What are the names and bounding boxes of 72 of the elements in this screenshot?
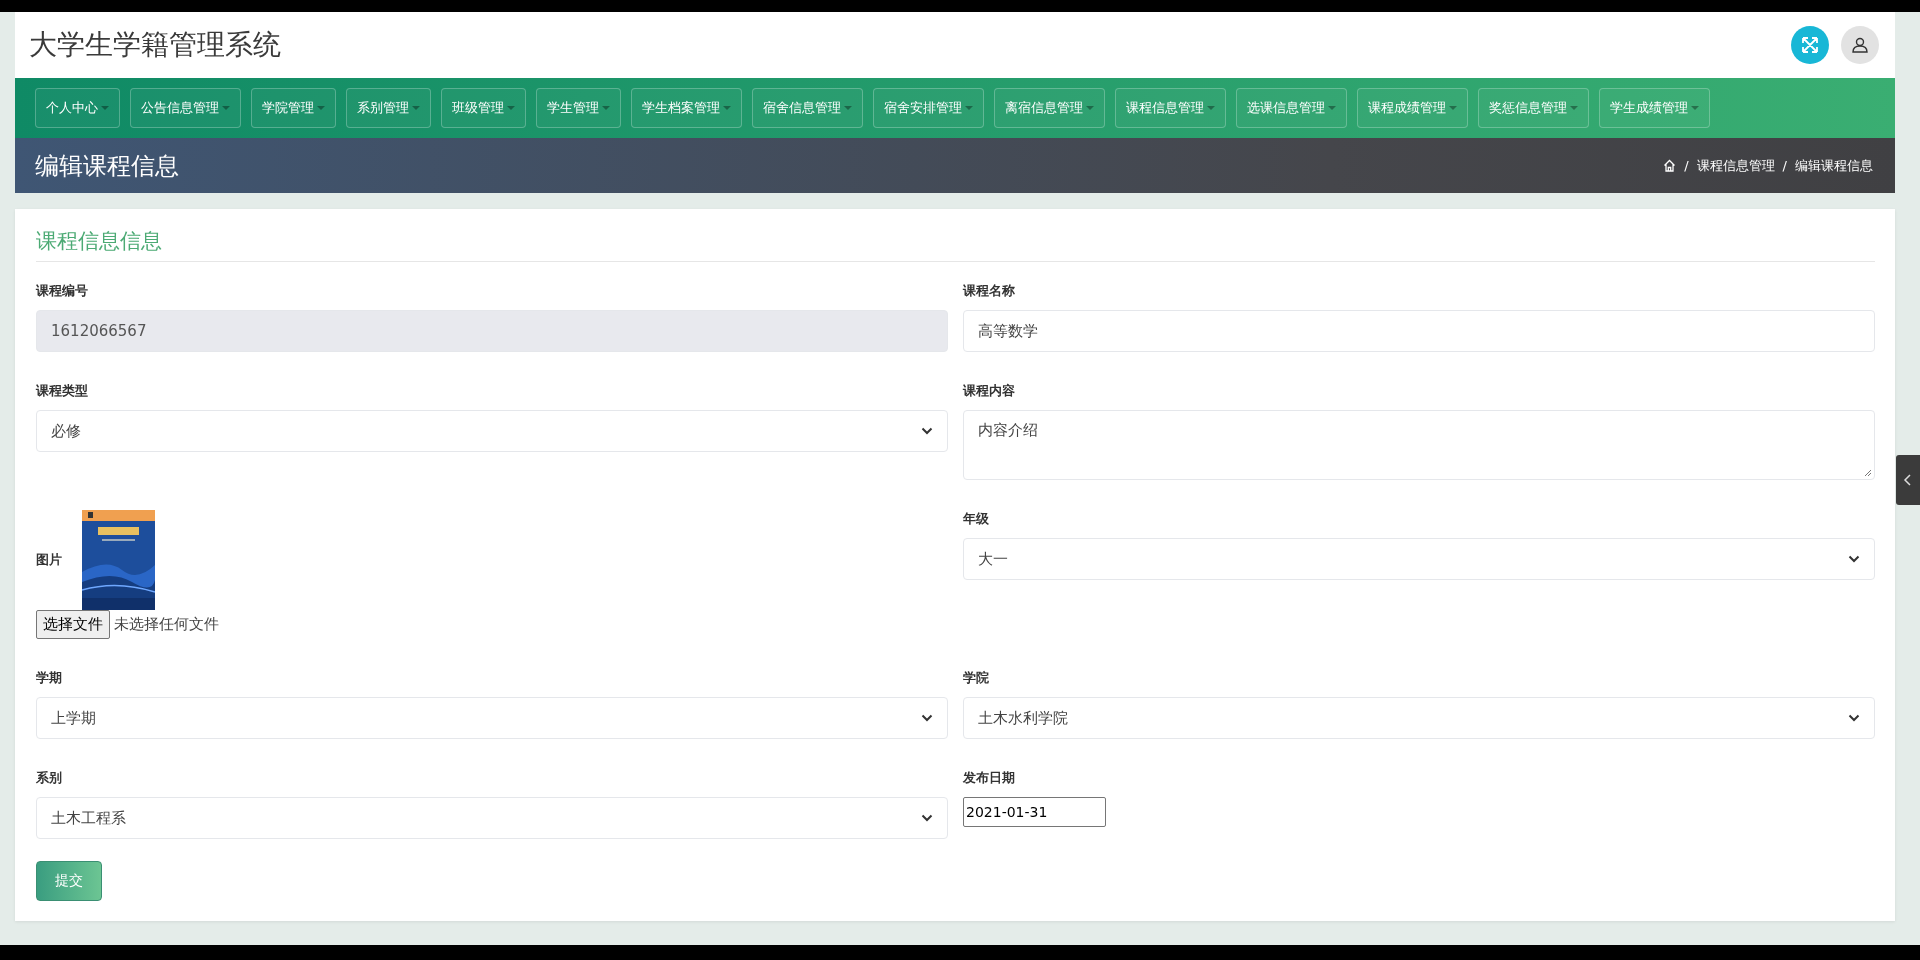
breadcrumb-separator: / [1782,158,1787,173]
nav-menu-button[interactable]: 宿舍安排管理 [873,88,984,128]
caret-icon [1207,106,1215,110]
nav-menu-button[interactable]: 课程信息管理 [1115,88,1226,128]
submit-button[interactable]: 提交 [36,861,102,901]
fullscreen-button[interactable] [1791,26,1829,64]
caret-icon [602,106,610,110]
breadcrumb-current: 编辑课程信息 [1795,156,1873,175]
nav-menu-button[interactable]: 系别管理 [346,88,431,128]
field-label: 系别 [36,769,63,787]
app-title: 大学生学籍管理系统 [29,27,281,63]
caret-icon [965,106,973,110]
caret-icon [507,106,515,110]
home-icon[interactable] [1663,159,1677,172]
chevron-down-icon [921,814,933,822]
caret-icon [222,106,230,110]
caret-icon [1449,106,1457,110]
nav-menu-button[interactable]: 公告信息管理 [130,88,241,128]
breadcrumb-separator: / [1684,158,1689,173]
chevron-down-icon [1848,714,1860,722]
caret-icon [1086,106,1094,110]
date-field[interactable]: 2021-01-31 [963,797,1106,827]
field-label: 课程名称 [963,282,1016,300]
nav-menu-button[interactable]: 奖惩信息管理 [1478,88,1589,128]
form-title: 课程信息信息 [36,227,1875,262]
dropdown-field[interactable]: 土木工程系 [36,797,948,839]
nav-menu-button[interactable]: 个人中心 [35,88,120,128]
nav-menu-button[interactable]: 课程成绩管理 [1357,88,1468,128]
chevron-down-icon [921,714,933,722]
caret-icon [1691,106,1699,110]
choose-file-button[interactable]: 选择文件 [36,610,110,639]
side-panel-toggle[interactable] [1896,455,1920,505]
nav-menu-button[interactable]: 班级管理 [441,88,526,128]
chevron-down-icon [921,427,933,435]
text-area[interactable]: 内容介绍 [963,410,1875,480]
caret-icon [723,106,731,110]
text-field: 1612066567 [36,310,948,352]
resize-grip-icon[interactable] [1863,468,1872,477]
page-title: 编辑课程信息 [35,150,179,182]
breadcrumb-link[interactable]: 课程信息管理 [1696,156,1775,175]
field-label: 课程编号 [36,282,89,300]
nav-menu-button[interactable]: 学生成绩管理 [1599,88,1710,128]
field-label: 年级 [963,510,990,528]
user-button[interactable] [1841,26,1879,64]
caret-icon [1328,106,1336,110]
text-field[interactable]: 高等数学 [963,310,1875,352]
nav-menu-button[interactable]: 离宿信息管理 [994,88,1105,128]
dropdown-field[interactable]: 必修 [36,410,948,452]
field-label: 学期 [36,669,63,687]
dropdown-field[interactable]: 大一 [963,538,1875,580]
field-label: 发布日期 [963,769,1016,787]
nav-menu-button[interactable]: 宿舍信息管理 [752,88,863,128]
field-label: 课程内容 [963,382,1016,400]
caret-icon [844,106,852,110]
caret-icon [101,106,109,110]
nav-menu-button[interactable]: 学生档案管理 [631,88,742,128]
nav-menu-button[interactable]: 学院管理 [251,88,336,128]
caret-icon [317,106,325,110]
chevron-down-icon [1848,555,1860,563]
nav-menu-button[interactable]: 选课信息管理 [1236,88,1347,128]
field-label: 学院 [963,669,990,687]
dropdown-field[interactable]: 上学期 [36,697,948,739]
field-label: 课程类型 [36,382,89,400]
user-icon [1851,36,1869,54]
chevron-left-icon [1903,473,1913,487]
caret-icon [412,106,420,110]
dropdown-field[interactable]: 土木水利学院 [963,697,1875,739]
field-label: 图片 [36,551,62,569]
expand-icon [1800,35,1820,55]
caret-icon [1570,106,1578,110]
file-status-text: 未选择任何文件 [114,615,219,634]
nav-menu-button[interactable]: 学生管理 [536,88,621,128]
